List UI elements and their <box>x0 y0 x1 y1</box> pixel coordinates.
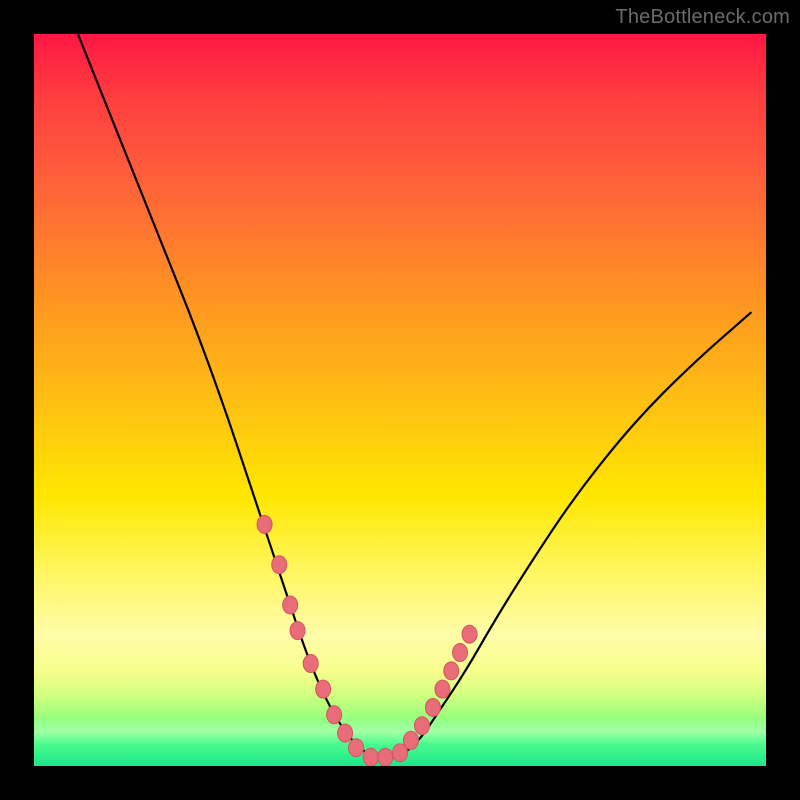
marker-dot <box>327 706 342 724</box>
marker-dot <box>378 748 393 766</box>
chart-svg <box>34 34 766 766</box>
marker-dot <box>462 625 477 643</box>
plot-area <box>34 34 766 766</box>
marker-dot <box>453 644 468 662</box>
marker-dot <box>414 717 429 735</box>
chart-frame: TheBottleneck.com <box>0 0 800 800</box>
marker-dot <box>303 655 318 673</box>
marker-dot <box>257 515 272 533</box>
marker-dot <box>316 680 331 698</box>
marker-dot <box>349 739 364 757</box>
marker-dot <box>425 698 440 716</box>
watermark-text: TheBottleneck.com <box>615 6 790 29</box>
marker-group <box>257 515 477 766</box>
marker-dot <box>290 622 305 640</box>
marker-dot <box>444 662 459 680</box>
bottleneck-curve <box>78 34 751 759</box>
marker-dot <box>272 556 287 574</box>
marker-dot <box>435 680 450 698</box>
marker-dot <box>363 748 378 766</box>
marker-dot <box>283 596 298 614</box>
marker-dot <box>403 731 418 749</box>
marker-dot <box>338 724 353 742</box>
